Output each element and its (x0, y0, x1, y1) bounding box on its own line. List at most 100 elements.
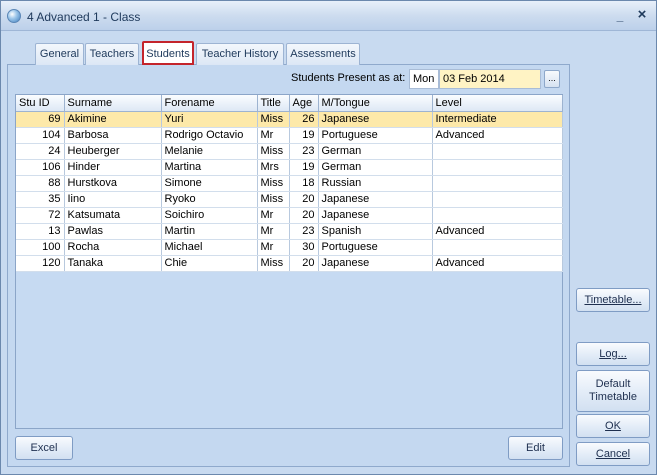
cell-surname[interactable]: Iino (64, 191, 162, 208)
cell-forename[interactable]: Ryoko (161, 191, 258, 208)
table-row[interactable]: 100 Rocha Michael Mr 30 Portuguese (16, 239, 563, 256)
cell-level[interactable] (432, 143, 563, 160)
cell-age[interactable]: 20 (289, 207, 319, 224)
tab-teacher-history[interactable]: Teacher History (196, 43, 284, 65)
cell-age[interactable]: 19 (289, 127, 319, 144)
cell-forename[interactable]: Michael (161, 239, 258, 256)
cell-stu-id[interactable]: 100 (16, 239, 65, 256)
cell-surname[interactable]: Pawlas (64, 223, 162, 240)
cell-forename[interactable]: Martin (161, 223, 258, 240)
cell-mother-tongue[interactable]: Spanish (318, 223, 433, 240)
cell-mother-tongue[interactable]: Japanese (318, 207, 433, 224)
cell-stu-id[interactable]: 88 (16, 175, 65, 192)
cell-level[interactable] (432, 191, 563, 208)
table-row[interactable]: 106 Hinder Martina Mrs 19 German (16, 159, 563, 176)
cell-age[interactable]: 23 (289, 143, 319, 160)
cell-mother-tongue[interactable]: Japanese (318, 111, 433, 128)
cell-level[interactable]: Advanced (432, 127, 563, 144)
cell-forename[interactable]: Martina (161, 159, 258, 176)
cell-surname[interactable]: Heuberger (64, 143, 162, 160)
column-header-forename[interactable]: Forename (161, 95, 258, 112)
cell-level[interactable] (432, 175, 563, 192)
cell-forename[interactable]: Melanie (161, 143, 258, 160)
table-row[interactable]: 104 Barbosa Rodrigo Octavio Mr 19 Portuguese A… (16, 127, 563, 144)
tab-teachers[interactable]: Teachers (85, 43, 139, 65)
minimize-icon[interactable]: _ (613, 10, 627, 24)
column-header-title[interactable]: Title (257, 95, 290, 112)
column-header-level[interactable]: Level (432, 95, 563, 112)
cancel-button[interactable]: Cancel (576, 442, 650, 466)
cell-mother-tongue[interactable]: Portuguese (318, 239, 433, 256)
cell-stu-id[interactable]: 106 (16, 159, 65, 176)
log-button[interactable]: Log... (576, 342, 650, 366)
cell-title[interactable]: Mr (257, 223, 290, 240)
tab-general[interactable]: General (35, 43, 84, 65)
present-date-field[interactable]: 03 Feb 2014 (439, 69, 541, 89)
cell-mother-tongue[interactable]: German (318, 143, 433, 160)
column-header-mother-tongue[interactable]: M/Tongue (318, 95, 433, 112)
timetable-button[interactable]: Timetable... (576, 288, 650, 312)
cell-level[interactable] (432, 159, 563, 176)
cell-age[interactable]: 30 (289, 239, 319, 256)
table-row[interactable]: 35 Iino Ryoko Miss 20 Japanese (16, 191, 563, 208)
cell-forename[interactable]: Rodrigo Octavio (161, 127, 258, 144)
tab-students[interactable]: Students (142, 41, 194, 65)
close-icon[interactable]: × (635, 7, 649, 23)
cell-age[interactable]: 18 (289, 175, 319, 192)
cell-age[interactable]: 19 (289, 159, 319, 176)
date-picker-button[interactable]: ... (544, 70, 560, 88)
cell-surname[interactable]: Tanaka (64, 255, 162, 272)
column-header-stu-id[interactable]: Stu ID (16, 95, 65, 112)
cell-age[interactable]: 23 (289, 223, 319, 240)
cell-title[interactable]: Miss (257, 255, 290, 272)
title-bar[interactable]: 4 Advanced 1 - Class _ × (1, 1, 656, 31)
cell-forename[interactable]: Chie (161, 255, 258, 272)
default-timetable-button[interactable]: Default Timetable (576, 370, 650, 412)
cell-level[interactable]: Advanced (432, 223, 563, 240)
cell-title[interactable]: Miss (257, 143, 290, 160)
cell-stu-id[interactable]: 69 (16, 111, 65, 128)
cell-level[interactable] (432, 207, 563, 224)
cell-surname[interactable]: Barbosa (64, 127, 162, 144)
cell-forename[interactable]: Simone (161, 175, 258, 192)
cell-surname[interactable]: Rocha (64, 239, 162, 256)
cell-title[interactable]: Mr (257, 127, 290, 144)
cell-stu-id[interactable]: 13 (16, 223, 65, 240)
cell-mother-tongue[interactable]: Russian (318, 175, 433, 192)
cell-surname[interactable]: Katsumata (64, 207, 162, 224)
cell-age[interactable]: 26 (289, 111, 319, 128)
cell-forename[interactable]: Yuri (161, 111, 258, 128)
edit-button[interactable]: Edit (508, 436, 563, 460)
excel-button[interactable]: Excel (15, 436, 73, 460)
cell-surname[interactable]: Hinder (64, 159, 162, 176)
cell-title[interactable]: Miss (257, 191, 290, 208)
cell-title[interactable]: Mr (257, 207, 290, 224)
cell-title[interactable]: Miss (257, 111, 290, 128)
table-row[interactable]: 24 Heuberger Melanie Miss 23 German (16, 143, 563, 160)
cell-mother-tongue[interactable]: Portuguese (318, 127, 433, 144)
cell-level[interactable]: Advanced (432, 255, 563, 272)
cell-stu-id[interactable]: 24 (16, 143, 65, 160)
cell-mother-tongue[interactable]: German (318, 159, 433, 176)
cell-surname[interactable]: Akimine (64, 111, 162, 128)
cell-stu-id[interactable]: 120 (16, 255, 65, 272)
cell-surname[interactable]: Hurstkova (64, 175, 162, 192)
cell-stu-id[interactable]: 35 (16, 191, 65, 208)
cell-stu-id[interactable]: 104 (16, 127, 65, 144)
table-row[interactable]: 69 Akimine Yuri Miss 26 Japanese Intermediate (16, 111, 563, 128)
cell-title[interactable]: Miss (257, 175, 290, 192)
cell-stu-id[interactable]: 72 (16, 207, 65, 224)
cell-title[interactable]: Mr (257, 239, 290, 256)
table-row[interactable]: 88 Hurstkova Simone Miss 18 Russian (16, 175, 563, 192)
table-row[interactable]: 120 Tanaka Chie Miss 20 Japanese Advanced (16, 255, 563, 272)
cell-forename[interactable]: Soichiro (161, 207, 258, 224)
cell-mother-tongue[interactable]: Japanese (318, 191, 433, 208)
cell-age[interactable]: 20 (289, 255, 319, 272)
cell-level[interactable]: Intermediate (432, 111, 563, 128)
cell-mother-tongue[interactable]: Japanese (318, 255, 433, 272)
column-header-surname[interactable]: Surname (64, 95, 162, 112)
cell-level[interactable] (432, 239, 563, 256)
cell-title[interactable]: Mrs (257, 159, 290, 176)
table-row[interactable]: 13 Pawlas Martin Mr 23 Spanish Advanced (16, 223, 563, 240)
cell-age[interactable]: 20 (289, 191, 319, 208)
